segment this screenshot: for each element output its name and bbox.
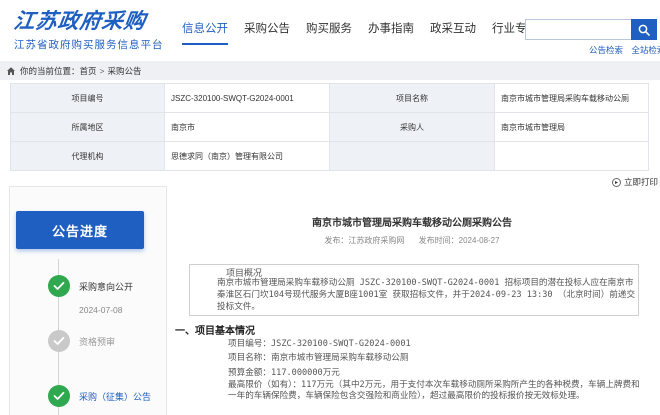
nav-item-guide[interactable]: 办事指南: [368, 20, 414, 45]
search-input[interactable]: [525, 19, 631, 40]
nav-item-interaction[interactable]: 政采互动: [430, 20, 476, 45]
print-icon: ▸: [612, 177, 621, 187]
project-no-label: 项目编号: [10, 83, 165, 113]
home-icon: [7, 66, 15, 75]
step-date: 2024-07-08: [79, 305, 123, 315]
project-number-line: 项目编号：JSZC-320100-SWQT-G2024-0001: [228, 339, 411, 349]
breadcrumb-prefix: 你的当前位置：: [20, 65, 80, 76]
print-label: 立即打印: [624, 177, 659, 187]
breadcrumb-home-link[interactable]: 首页: [80, 65, 97, 77]
announcement-time: 发布时间：2024-08-27: [418, 236, 500, 245]
project-name-label: 项目名称: [329, 83, 495, 113]
table-row: 项目编号 JSZC-320100-SWQT-G2024-0001 项目名称 南京…: [10, 83, 649, 113]
step-label: 采购意向公开: [79, 282, 134, 292]
check-icon: [48, 330, 70, 352]
empty-value-cell: [494, 141, 649, 171]
progress-title: 公告进度: [16, 211, 144, 249]
announcement-source: 发布：江苏政府采购网: [324, 236, 405, 245]
project-summary-box: 项目概况 南京市城市管理局采购车载移动公厕 JSZC-320100-SWQT-G…: [189, 264, 639, 316]
breadcrumb-separator: >: [99, 65, 105, 76]
nav-item-info-disclosure[interactable]: 信息公开: [182, 20, 228, 45]
logo-calligraphy: 江苏政府采购: [12, 8, 148, 33]
step-label: 采购（征集）公告: [79, 392, 152, 402]
check-icon: [48, 275, 70, 297]
main-nav: 信息公开 采购公告 购买服务 办事指南 政采互动 行业专题: [182, 20, 554, 45]
project-info-table: 项目编号 JSZC-320100-SWQT-G2024-0001 项目名称 南京…: [10, 83, 649, 171]
region-label: 所属地区: [10, 112, 165, 142]
region-value: 南京市: [164, 112, 330, 142]
agency-value: 思德求同（南京）管理有限公司: [164, 141, 330, 171]
breadcrumb-current[interactable]: 采购公告: [108, 65, 142, 77]
notice-search-link[interactable]: 公告检索: [589, 45, 623, 55]
announcement-meta: 发布：江苏政府采购网 发布时间：2024-08-27: [173, 235, 651, 246]
max-price-text: 最高限价（如有）：117万元（其中2万元，用于支付本次车载移动厕所采购所产生的各…: [228, 380, 640, 401]
site-logo[interactable]: 江苏政府采购 江苏省政府购买服务信息平台: [12, 8, 164, 52]
check-icon: [48, 385, 70, 407]
section-heading-basic-info: 一、项目基本情况: [175, 326, 255, 337]
nav-item-purchase-services[interactable]: 购买服务: [306, 20, 352, 45]
logo-subtitle: 江苏省政府购买服务信息平台: [14, 39, 164, 51]
announcement-title: 南京市城市管理局采购车载移动公厕采购公告: [312, 218, 512, 229]
search-box: [525, 19, 657, 40]
project-name-line: 项目名称：南京市城市管理局采购车载移动公厕: [228, 353, 409, 363]
purchaser-label: 采购人: [329, 112, 495, 142]
agency-label: 代理机构: [10, 141, 165, 171]
project-name-value: 南京市城市管理局采购车载移动公厕: [494, 83, 649, 113]
search-button[interactable]: [631, 19, 657, 40]
project-no-value: JSZC-320100-SWQT-G2024-0001: [164, 83, 330, 113]
search-icon: [638, 24, 650, 36]
budget-line: 预算金额：117.000000万元: [228, 368, 340, 378]
purchaser-value: 南京市城市管理局: [494, 112, 649, 142]
nav-item-procurement-notices[interactable]: 采购公告: [244, 20, 290, 45]
breadcrumb: 你的当前位置： 首页 > 采购公告: [0, 61, 660, 80]
table-row: 代理机构 思德求同（南京）管理有限公司: [10, 141, 649, 171]
search-links: 公告检索 全站检索: [583, 44, 660, 56]
table-row: 所属地区 南京市 采购人 南京市城市管理局: [10, 112, 649, 142]
summary-text: 南京市城市管理局采购车载移动公厕 JSZC-320100-SWQT-G2024-…: [217, 278, 636, 312]
step-label: 资格预审: [79, 337, 116, 347]
notice-progress-sidebar: 公告进度 采购意向公开 2024-07-08 资格预审 采购（征集）公告: [9, 186, 167, 415]
site-header: 江苏政府采购 江苏省政府购买服务信息平台 信息公开 采购公告 购买服务 办事指南…: [0, 0, 660, 60]
site-search-link[interactable]: 全站检索: [631, 45, 660, 55]
print-button[interactable]: ▸ 立即打印: [612, 176, 658, 188]
empty-label-cell: [329, 141, 495, 171]
announcement-content: 南京市城市管理局采购车载移动公厕采购公告 发布：江苏政府采购网 发布时间：202…: [173, 196, 651, 415]
